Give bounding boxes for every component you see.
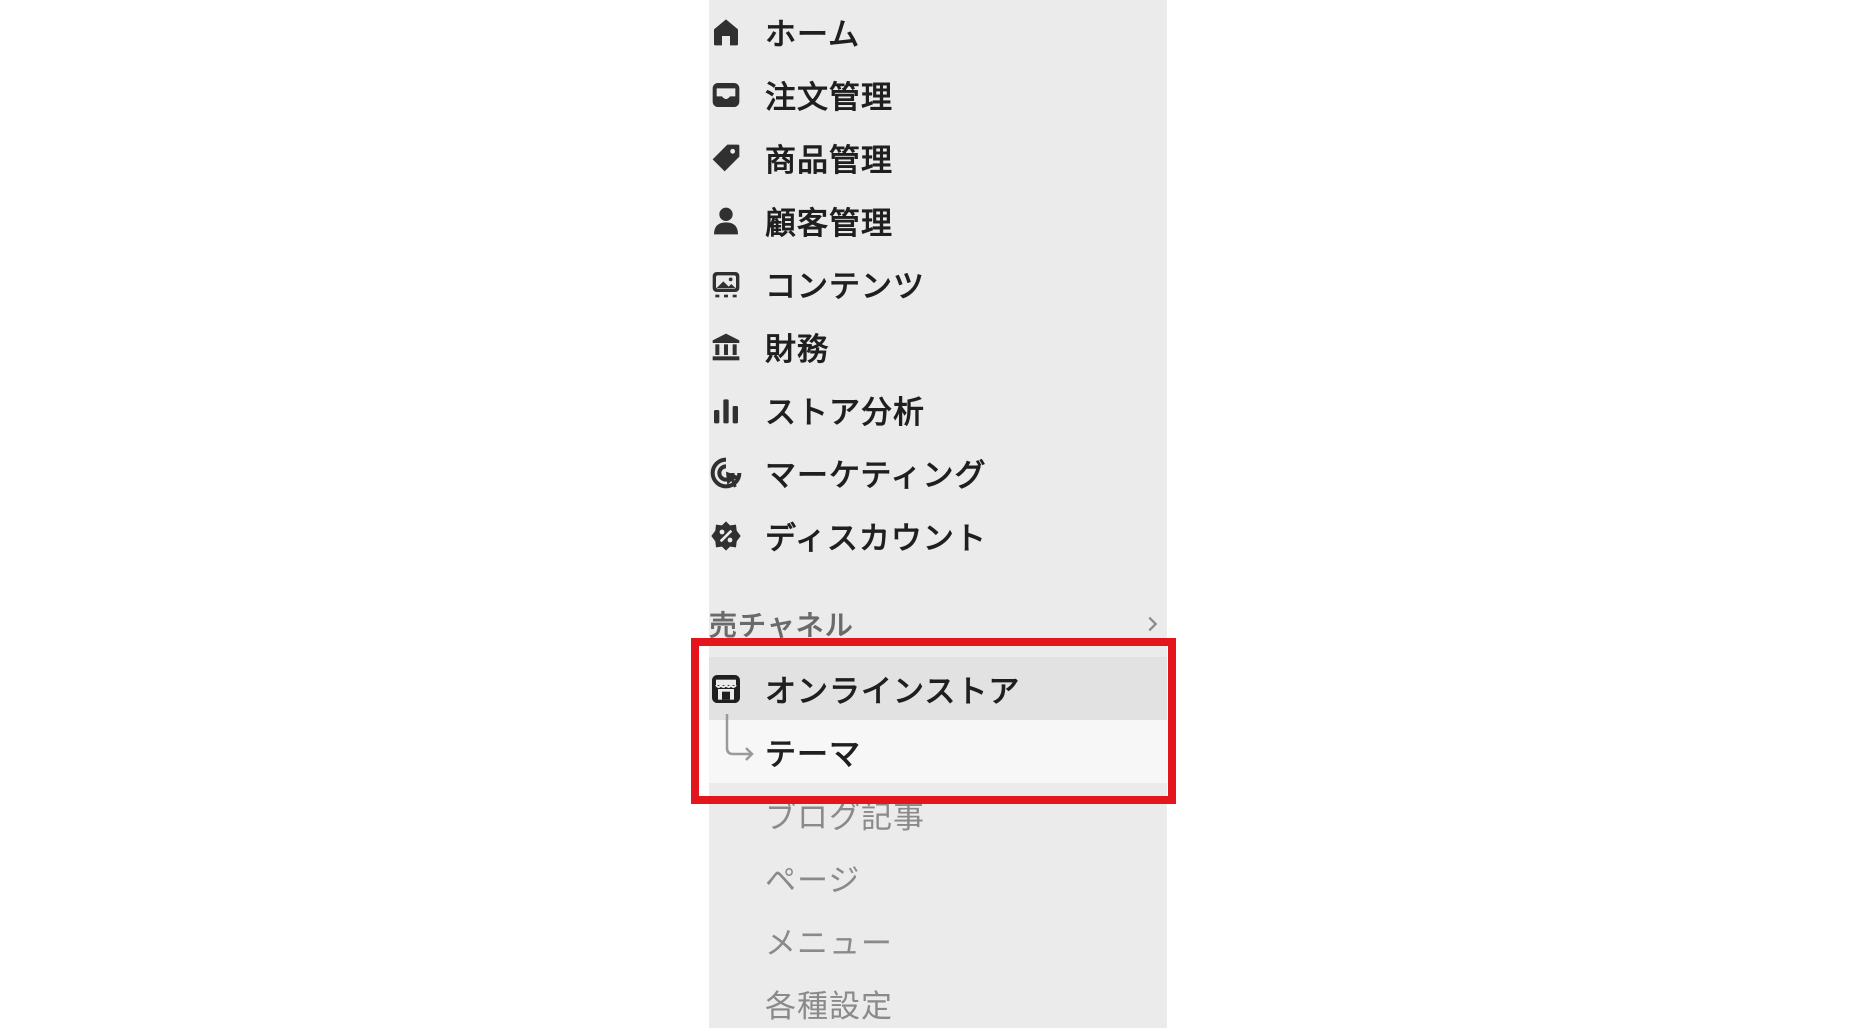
- nav-item-home[interactable]: ホーム: [709, 0, 1167, 63]
- nav-item-label: ストア分析: [765, 395, 925, 431]
- home-icon: [709, 15, 743, 49]
- nav-item-label: マーケティング: [765, 458, 987, 494]
- subitem-label: ページ: [765, 863, 861, 899]
- inbox-icon: [709, 78, 743, 112]
- nav-item-label: 財務: [765, 332, 829, 368]
- sub-branch-arrow-icon: [719, 712, 759, 768]
- tag-icon: [709, 141, 743, 175]
- nav-item-label: コンテンツ: [765, 269, 925, 305]
- nav-item-products[interactable]: 商品管理: [709, 126, 1167, 189]
- nav-item-label: オンラインストア: [765, 674, 1021, 710]
- nav-item-label: ディスカウント: [765, 521, 987, 557]
- storefront-icon: [709, 672, 743, 706]
- subitem-label: テーマ: [765, 737, 861, 773]
- sidebar: ホーム 注文管理 商品管理 顧客管理 コンテンツ 財務 ストア分析 マーケティン…: [709, 0, 1167, 1028]
- subitem-label: ブログ記事: [765, 800, 925, 836]
- nav-item-online-store[interactable]: オンラインストア: [709, 657, 1167, 720]
- nav-item-label: 顧客管理: [765, 206, 893, 242]
- nav-item-marketing[interactable]: マーケティング: [709, 441, 1167, 504]
- subitem-pages[interactable]: ページ: [709, 846, 1167, 909]
- nav-item-customers[interactable]: 顧客管理: [709, 189, 1167, 252]
- bank-icon: [709, 330, 743, 364]
- nav-item-discounts[interactable]: ディスカウント: [709, 504, 1167, 567]
- nav-item-analytics[interactable]: ストア分析: [709, 378, 1167, 441]
- nav-item-finance[interactable]: 財務: [709, 315, 1167, 378]
- nav-item-label: 注文管理: [765, 80, 893, 116]
- nav-item-content[interactable]: コンテンツ: [709, 252, 1167, 315]
- image-icon: [709, 267, 743, 301]
- nav-item-orders[interactable]: 注文管理: [709, 63, 1167, 126]
- section-label-sales-channels: 売チャネル: [709, 609, 854, 642]
- subitem-menu[interactable]: メニュー: [709, 909, 1167, 972]
- person-icon: [709, 204, 743, 238]
- subitem-blog-posts[interactable]: ブログ記事: [709, 783, 1167, 846]
- chevron-right-icon[interactable]: [1141, 613, 1163, 635]
- nav-item-label: ホーム: [765, 17, 861, 53]
- bar-chart-icon: [709, 393, 743, 427]
- nav-item-label: 商品管理: [765, 143, 893, 179]
- discount-badge-icon: [709, 519, 743, 553]
- subitem-settings[interactable]: 各種設定: [709, 972, 1167, 1035]
- subitem-theme[interactable]: テーマ: [709, 714, 1167, 783]
- subitem-label: 各種設定: [765, 989, 893, 1025]
- target-cursor-icon: [709, 456, 743, 490]
- subitem-label: メニュー: [765, 926, 893, 962]
